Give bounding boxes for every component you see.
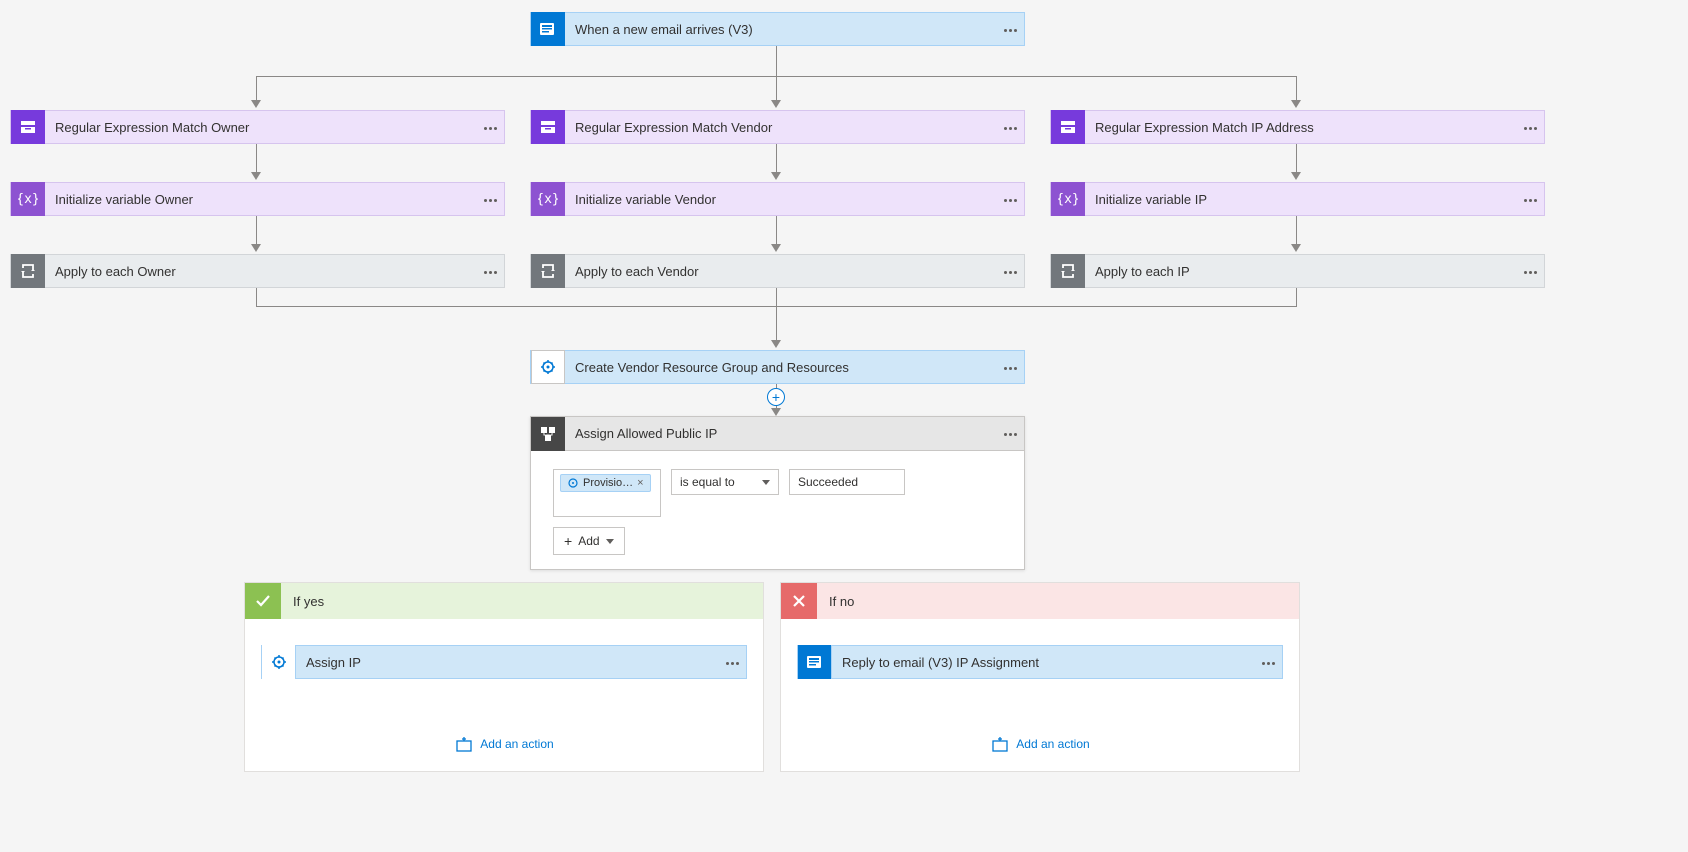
more-menu[interactable] bbox=[476, 264, 504, 279]
remove-pill-button[interactable]: × bbox=[637, 477, 643, 489]
branch-if-yes: If yes Assign IP Add an action bbox=[244, 582, 764, 772]
condition-left-operand[interactable]: Provisio… × bbox=[553, 469, 661, 517]
branch-title: If yes bbox=[293, 594, 324, 609]
condition-assign-allowed-ip: Assign Allowed Public IP Provisio… × is … bbox=[530, 416, 1025, 570]
add-condition-row-button[interactable]: + Add bbox=[553, 527, 625, 555]
gear-icon bbox=[567, 477, 579, 489]
drawer-icon bbox=[531, 110, 565, 144]
add-action-yes-button[interactable]: Add an action bbox=[261, 735, 747, 753]
more-menu[interactable] bbox=[1516, 120, 1544, 135]
gear-icon bbox=[531, 350, 565, 384]
outlook-icon bbox=[531, 12, 565, 46]
action-apply-ip[interactable]: Apply to each IP bbox=[1050, 254, 1545, 288]
add-action-icon bbox=[990, 735, 1008, 753]
action-var-vendor[interactable]: Initialize variable Vendor bbox=[530, 182, 1025, 216]
more-menu[interactable] bbox=[1516, 192, 1544, 207]
more-menu[interactable] bbox=[996, 426, 1024, 441]
more-menu[interactable] bbox=[476, 192, 504, 207]
more-menu[interactable] bbox=[996, 22, 1024, 37]
gear-icon bbox=[262, 645, 296, 679]
action-regex-owner[interactable]: Regular Expression Match Owner bbox=[10, 110, 505, 144]
variable-icon bbox=[11, 182, 45, 216]
chevron-down-icon bbox=[762, 480, 770, 485]
action-regex-ip[interactable]: Regular Expression Match IP Address bbox=[1050, 110, 1545, 144]
insert-step-button[interactable]: + bbox=[767, 388, 785, 406]
variable-icon bbox=[531, 182, 565, 216]
condition-right-value[interactable]: Succeeded bbox=[789, 469, 905, 495]
check-icon bbox=[245, 583, 281, 619]
more-menu[interactable] bbox=[996, 120, 1024, 135]
more-menu[interactable] bbox=[996, 264, 1024, 279]
dynamic-content-pill[interactable]: Provisio… × bbox=[560, 474, 651, 492]
condition-header[interactable]: Assign Allowed Public IP bbox=[531, 417, 1024, 451]
action-regex-vendor[interactable]: Regular Expression Match Vendor bbox=[530, 110, 1025, 144]
branch-if-no: If no Reply to email (V3) IP Assignment … bbox=[780, 582, 1300, 772]
more-menu[interactable] bbox=[996, 192, 1024, 207]
condition-icon bbox=[531, 417, 565, 451]
action-create-resource-group[interactable]: Create Vendor Resource Group and Resourc… bbox=[530, 350, 1025, 384]
more-menu[interactable] bbox=[718, 655, 746, 670]
action-reply-email[interactable]: Reply to email (V3) IP Assignment bbox=[797, 645, 1283, 679]
more-menu[interactable] bbox=[476, 120, 504, 135]
condition-operator-select[interactable]: is equal to bbox=[671, 469, 779, 495]
more-menu[interactable] bbox=[1254, 655, 1282, 670]
action-var-ip[interactable]: Initialize variable IP bbox=[1050, 182, 1545, 216]
add-action-icon bbox=[454, 735, 472, 753]
drawer-icon bbox=[1051, 110, 1085, 144]
loop-icon bbox=[531, 254, 565, 288]
trigger-email-arrives[interactable]: When a new email arrives (V3) bbox=[530, 12, 1025, 46]
action-apply-owner[interactable]: Apply to each Owner bbox=[10, 254, 505, 288]
outlook-icon bbox=[798, 645, 832, 679]
more-menu[interactable] bbox=[1516, 264, 1544, 279]
more-menu[interactable] bbox=[996, 360, 1024, 375]
action-assign-ip[interactable]: Assign IP bbox=[261, 645, 747, 679]
action-apply-vendor[interactable]: Apply to each Vendor bbox=[530, 254, 1025, 288]
drawer-icon bbox=[11, 110, 45, 144]
add-action-no-button[interactable]: Add an action bbox=[797, 735, 1283, 753]
variable-icon bbox=[1051, 182, 1085, 216]
loop-icon bbox=[1051, 254, 1085, 288]
trigger-label: When a new email arrives (V3) bbox=[565, 22, 996, 37]
x-icon bbox=[781, 583, 817, 619]
branch-title: If no bbox=[829, 594, 854, 609]
loop-icon bbox=[11, 254, 45, 288]
action-var-owner[interactable]: Initialize variable Owner bbox=[10, 182, 505, 216]
chevron-down-icon bbox=[606, 539, 614, 544]
